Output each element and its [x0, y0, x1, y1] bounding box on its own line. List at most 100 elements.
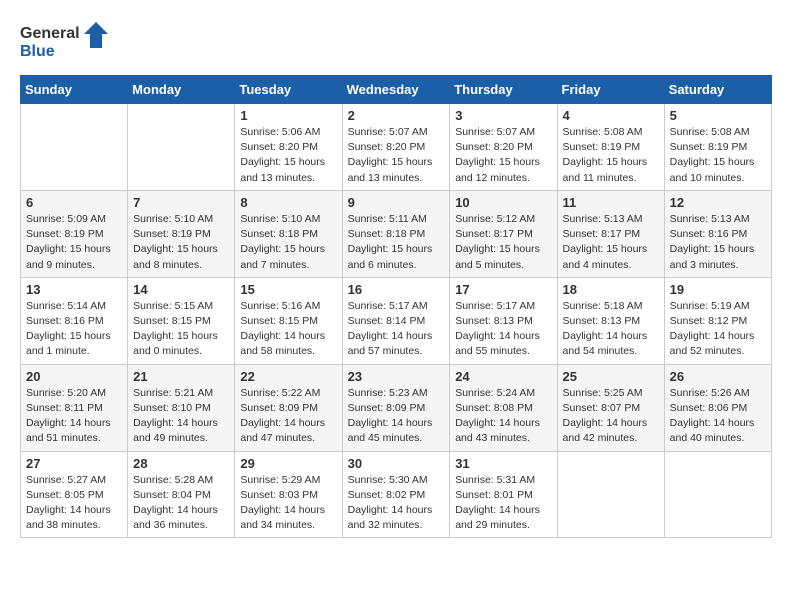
day-of-week-header: Friday: [557, 76, 664, 104]
calendar-cell: [557, 451, 664, 538]
cell-content: Sunrise: 5:31 AMSunset: 8:01 PMDaylight:…: [455, 473, 551, 534]
calendar-cell: 15 Sunrise: 5:16 AMSunset: 8:15 PMDayligh…: [235, 277, 342, 364]
cell-content: Sunrise: 5:16 AMSunset: 8:15 PMDaylight:…: [240, 299, 336, 360]
day-number: 17: [455, 282, 551, 297]
calendar-cell: 27 Sunrise: 5:27 AMSunset: 8:05 PMDayligh…: [21, 451, 128, 538]
cell-content: Sunrise: 5:11 AMSunset: 8:18 PMDaylight:…: [348, 212, 445, 273]
page-header: General Blue: [20, 20, 772, 65]
calendar-cell: 29 Sunrise: 5:29 AMSunset: 8:03 PMDayligh…: [235, 451, 342, 538]
day-number: 31: [455, 456, 551, 471]
cell-content: Sunrise: 5:09 AMSunset: 8:19 PMDaylight:…: [26, 212, 122, 273]
day-number: 12: [670, 195, 766, 210]
logo-svg: General Blue: [20, 20, 110, 65]
cell-content: Sunrise: 5:10 AMSunset: 8:19 PMDaylight:…: [133, 212, 229, 273]
calendar-cell: 11 Sunrise: 5:13 AMSunset: 8:17 PMDayligh…: [557, 190, 664, 277]
day-number: 29: [240, 456, 336, 471]
calendar-cell: 21 Sunrise: 5:21 AMSunset: 8:10 PMDayligh…: [128, 364, 235, 451]
cell-content: Sunrise: 5:13 AMSunset: 8:17 PMDaylight:…: [563, 212, 659, 273]
calendar-table: SundayMondayTuesdayWednesdayThursdayFrid…: [20, 75, 772, 538]
day-number: 21: [133, 369, 229, 384]
day-of-week-header: Sunday: [21, 76, 128, 104]
calendar-cell: 28 Sunrise: 5:28 AMSunset: 8:04 PMDayligh…: [128, 451, 235, 538]
calendar-cell: 30Sunrise: 5:30 AMSunset: 8:02 PMDayligh…: [342, 451, 450, 538]
calendar-cell: 6 Sunrise: 5:09 AMSunset: 8:19 PMDaylight…: [21, 190, 128, 277]
day-number: 14: [133, 282, 229, 297]
cell-content: Sunrise: 5:18 AMSunset: 8:13 PMDaylight:…: [563, 299, 659, 360]
day-number: 9: [348, 195, 445, 210]
day-number: 13: [26, 282, 122, 297]
calendar-cell: 20 Sunrise: 5:20 AMSunset: 8:11 PMDayligh…: [21, 364, 128, 451]
cell-content: Sunrise: 5:28 AMSunset: 8:04 PMDaylight:…: [133, 473, 229, 534]
calendar-cell: 1 Sunrise: 5:06 AMSunset: 8:20 PMDaylight…: [235, 104, 342, 191]
calendar-cell: 12 Sunrise: 5:13 AMSunset: 8:16 PMDayligh…: [664, 190, 771, 277]
day-number: 2: [348, 108, 445, 123]
calendar-header-row: SundayMondayTuesdayWednesdayThursdayFrid…: [21, 76, 772, 104]
calendar-cell: 24Sunrise: 5:24 AMSunset: 8:08 PMDayligh…: [450, 364, 557, 451]
cell-content: Sunrise: 5:29 AMSunset: 8:03 PMDaylight:…: [240, 473, 336, 534]
calendar-week-row: 13 Sunrise: 5:14 AMSunset: 8:16 PMDayligh…: [21, 277, 772, 364]
cell-content: Sunrise: 5:26 AMSunset: 8:06 PMDaylight:…: [670, 386, 766, 447]
calendar-cell: [664, 451, 771, 538]
cell-content: Sunrise: 5:14 AMSunset: 8:16 PMDaylight:…: [26, 299, 122, 360]
day-of-week-header: Monday: [128, 76, 235, 104]
day-number: 5: [670, 108, 766, 123]
calendar-cell: 10Sunrise: 5:12 AMSunset: 8:17 PMDayligh…: [450, 190, 557, 277]
calendar-cell: 22Sunrise: 5:22 AMSunset: 8:09 PMDayligh…: [235, 364, 342, 451]
day-number: 27: [26, 456, 122, 471]
day-number: 15: [240, 282, 336, 297]
calendar-week-row: 27 Sunrise: 5:27 AMSunset: 8:05 PMDayligh…: [21, 451, 772, 538]
day-number: 7: [133, 195, 229, 210]
day-of-week-header: Saturday: [664, 76, 771, 104]
day-of-week-header: Tuesday: [235, 76, 342, 104]
calendar-cell: 16Sunrise: 5:17 AMSunset: 8:14 PMDayligh…: [342, 277, 450, 364]
calendar-cell: 2 Sunrise: 5:07 AMSunset: 8:20 PMDaylight…: [342, 104, 450, 191]
day-number: 3: [455, 108, 551, 123]
day-of-week-header: Thursday: [450, 76, 557, 104]
cell-content: Sunrise: 5:19 AMSunset: 8:12 PMDaylight:…: [670, 299, 766, 360]
cell-content: Sunrise: 5:24 AMSunset: 8:08 PMDaylight:…: [455, 386, 551, 447]
cell-content: Sunrise: 5:17 AMSunset: 8:13 PMDaylight:…: [455, 299, 551, 360]
day-number: 28: [133, 456, 229, 471]
day-number: 20: [26, 369, 122, 384]
cell-content: Sunrise: 5:21 AMSunset: 8:10 PMDaylight:…: [133, 386, 229, 447]
cell-content: Sunrise: 5:30 AMSunset: 8:02 PMDaylight:…: [348, 473, 445, 534]
day-number: 26: [670, 369, 766, 384]
cell-content: Sunrise: 5:27 AMSunset: 8:05 PMDaylight:…: [26, 473, 122, 534]
calendar-cell: 4Sunrise: 5:08 AMSunset: 8:19 PMDaylight…: [557, 104, 664, 191]
logo: General Blue: [20, 20, 110, 65]
cell-content: Sunrise: 5:13 AMSunset: 8:16 PMDaylight:…: [670, 212, 766, 273]
calendar-cell: [21, 104, 128, 191]
cell-content: Sunrise: 5:15 AMSunset: 8:15 PMDaylight:…: [133, 299, 229, 360]
svg-text:Blue: Blue: [20, 43, 55, 60]
cell-content: Sunrise: 5:20 AMSunset: 8:11 PMDaylight:…: [26, 386, 122, 447]
cell-content: Sunrise: 5:17 AMSunset: 8:14 PMDaylight:…: [348, 299, 445, 360]
day-number: 1: [240, 108, 336, 123]
cell-content: Sunrise: 5:07 AMSunset: 8:20 PMDaylight:…: [348, 125, 445, 186]
calendar-cell: 18Sunrise: 5:18 AMSunset: 8:13 PMDayligh…: [557, 277, 664, 364]
cell-content: Sunrise: 5:07 AMSunset: 8:20 PMDaylight:…: [455, 125, 551, 186]
day-number: 10: [455, 195, 551, 210]
day-number: 19: [670, 282, 766, 297]
calendar-cell: 23 Sunrise: 5:23 AMSunset: 8:09 PMDayligh…: [342, 364, 450, 451]
calendar-cell: 7 Sunrise: 5:10 AMSunset: 8:19 PMDaylight…: [128, 190, 235, 277]
calendar-week-row: 20 Sunrise: 5:20 AMSunset: 8:11 PMDayligh…: [21, 364, 772, 451]
cell-content: Sunrise: 5:06 AMSunset: 8:20 PMDaylight:…: [240, 125, 336, 186]
day-of-week-header: Wednesday: [342, 76, 450, 104]
calendar-cell: 5 Sunrise: 5:08 AMSunset: 8:19 PMDaylight…: [664, 104, 771, 191]
day-number: 22: [240, 369, 336, 384]
calendar-cell: 13 Sunrise: 5:14 AMSunset: 8:16 PMDayligh…: [21, 277, 128, 364]
calendar-cell: 3 Sunrise: 5:07 AMSunset: 8:20 PMDaylight…: [450, 104, 557, 191]
cell-content: Sunrise: 5:10 AMSunset: 8:18 PMDaylight:…: [240, 212, 336, 273]
cell-content: Sunrise: 5:08 AMSunset: 8:19 PMDaylight:…: [670, 125, 766, 186]
day-number: 11: [563, 195, 659, 210]
day-number: 6: [26, 195, 122, 210]
svg-text:General: General: [20, 25, 80, 42]
day-number: 8: [240, 195, 336, 210]
cell-content: Sunrise: 5:23 AMSunset: 8:09 PMDaylight:…: [348, 386, 445, 447]
calendar-cell: 14 Sunrise: 5:15 AMSunset: 8:15 PMDayligh…: [128, 277, 235, 364]
day-number: 23: [348, 369, 445, 384]
calendar-week-row: 1 Sunrise: 5:06 AMSunset: 8:20 PMDaylight…: [21, 104, 772, 191]
day-number: 25: [563, 369, 659, 384]
calendar-cell: 25Sunrise: 5:25 AMSunset: 8:07 PMDayligh…: [557, 364, 664, 451]
calendar-cell: 31 Sunrise: 5:31 AMSunset: 8:01 PMDayligh…: [450, 451, 557, 538]
